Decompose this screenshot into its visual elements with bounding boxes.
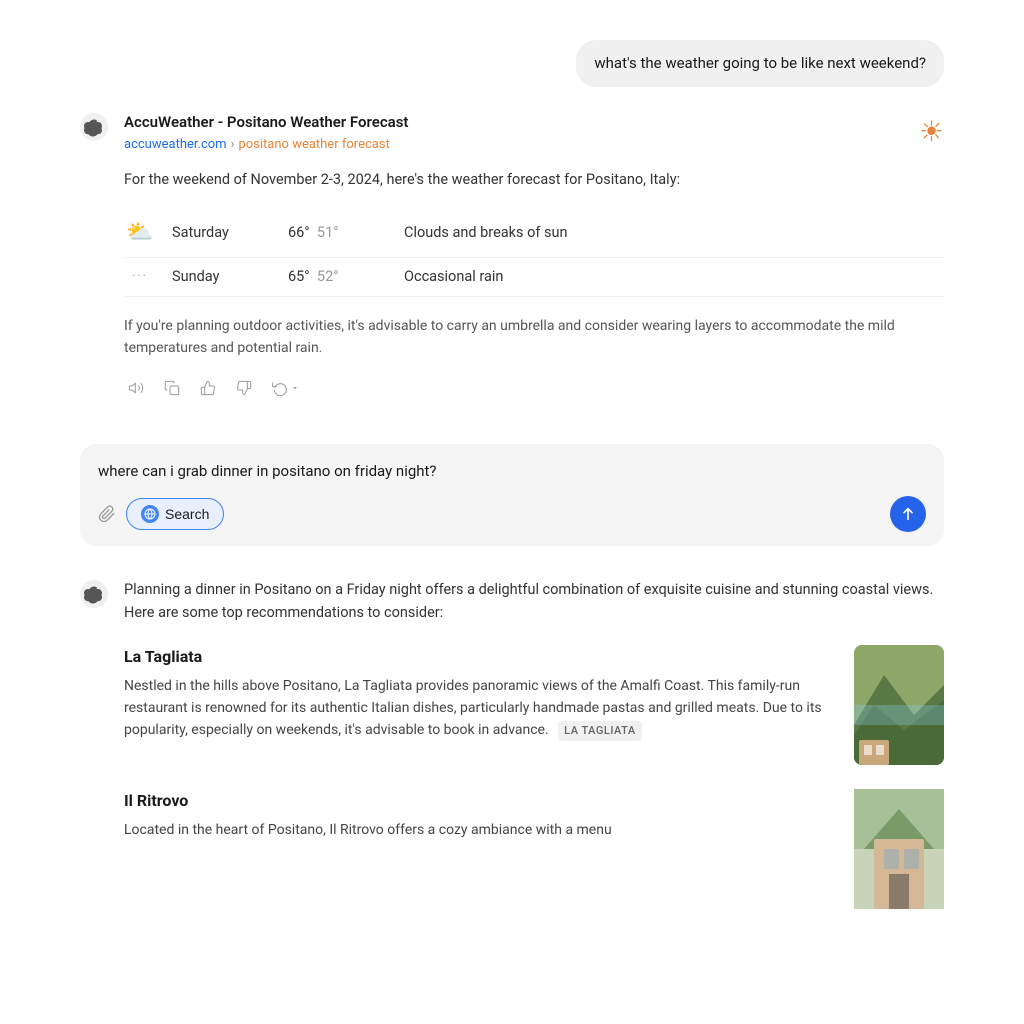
user-message-row-1: what's the weather going to be like next… (80, 20, 944, 87)
sunday-low: 52° (317, 268, 339, 285)
restaurant-card-il-ritrovo: Il Ritrovo Located in the heart of Posit… (124, 789, 944, 909)
weather-action-buttons (124, 376, 944, 400)
thumbs-up-button[interactable] (196, 376, 220, 400)
weather-row-sunday: ··· Sunday 65° 52° Occasional rain (124, 258, 944, 297)
search-label: Search (165, 506, 209, 522)
restaurant-il-ritrovo-image (854, 789, 944, 909)
sunday-description: Occasional rain (404, 266, 944, 288)
input-toolbar: Search (98, 496, 926, 532)
restaurant-la-tagliata-name: La Tagliata (124, 645, 838, 669)
ai-restaurant-response: Planning a dinner in Positano on a Frida… (80, 578, 944, 932)
breadcrumb-separator: › (231, 135, 235, 155)
weather-header: AccuWeather - Positano Weather Forecast … (124, 111, 944, 169)
sun-weather-icon: ☀ (919, 111, 944, 153)
toolbar-left: Search (98, 498, 224, 530)
input-text-display: where can i grab dinner in positano on f… (98, 460, 926, 483)
restaurant-la-tagliata-tag: LA TAGLIATA (558, 721, 642, 741)
ai-avatar (80, 113, 108, 141)
breadcrumb-site[interactable]: accuweather.com (124, 135, 227, 155)
restaurant-il-ritrovo-info: Il Ritrovo Located in the heart of Posit… (124, 789, 838, 841)
weather-breadcrumb: accuweather.com › positano weather forec… (124, 135, 408, 155)
weather-source-info: AccuWeather - Positano Weather Forecast … (124, 111, 408, 169)
attach-button[interactable] (98, 505, 116, 523)
saturday-high: 66° (288, 224, 310, 241)
saturday-description: Clouds and breaks of sun (404, 222, 944, 244)
thumbs-down-button[interactable] (232, 376, 256, 400)
weather-source-title: AccuWeather - Positano Weather Forecast (124, 111, 408, 134)
ai-weather-response: AccuWeather - Positano Weather Forecast … (80, 111, 944, 400)
saturday-temps: 66° 51° (288, 222, 388, 244)
saturday-day-label: Saturday (172, 222, 272, 244)
send-button[interactable] (890, 496, 926, 532)
rain-icon: ··· (124, 267, 156, 287)
ai-avatar-2 (80, 580, 108, 608)
restaurant-la-tagliata-image (854, 645, 944, 765)
search-web-button[interactable]: Search (126, 498, 224, 530)
speak-button[interactable] (124, 376, 148, 400)
saturday-weather-icon: ⛅ (124, 216, 156, 249)
ai-weather-content: AccuWeather - Positano Weather Forecast … (124, 111, 944, 400)
refresh-button[interactable] (268, 376, 304, 400)
saturday-low: 51° (317, 224, 339, 241)
restaurant-card-la-tagliata: La Tagliata Nestled in the hills above P… (124, 645, 944, 765)
user-message-1: what's the weather going to be like next… (576, 40, 944, 87)
weather-advice-text: If you're planning outdoor activities, i… (124, 315, 944, 360)
restaurant-la-tagliata-info: La Tagliata Nestled in the hills above P… (124, 645, 838, 742)
sunday-high: 65° (288, 268, 310, 285)
globe-icon (141, 505, 159, 523)
weather-row-saturday: ⛅ Saturday 66° 51° Clouds and breaks of … (124, 208, 944, 258)
sunday-weather-icon: ··· (124, 267, 156, 287)
sunday-temps: 65° 52° (288, 266, 388, 288)
copy-button[interactable] (160, 376, 184, 400)
weather-intro-text: For the weekend of November 2-3, 2024, h… (124, 169, 944, 191)
sunday-day-label: Sunday (172, 266, 272, 288)
ai-restaurant-content: Planning a dinner in Positano on a Frida… (124, 578, 944, 932)
chat-input-area[interactable]: where can i grab dinner in positano on f… (80, 444, 944, 547)
breadcrumb-page: positano weather forecast (238, 135, 389, 155)
weather-table: ⛅ Saturday 66° 51° Clouds and breaks of … (124, 208, 944, 297)
restaurant-il-ritrovo-name: Il Ritrovo (124, 789, 838, 813)
restaurant-intro-text: Planning a dinner in Positano on a Frida… (124, 578, 944, 624)
restaurant-il-ritrovo-desc: Located in the heart of Positano, Il Rit… (124, 819, 838, 841)
restaurant-la-tagliata-desc: Nestled in the hills above Positano, La … (124, 675, 838, 742)
